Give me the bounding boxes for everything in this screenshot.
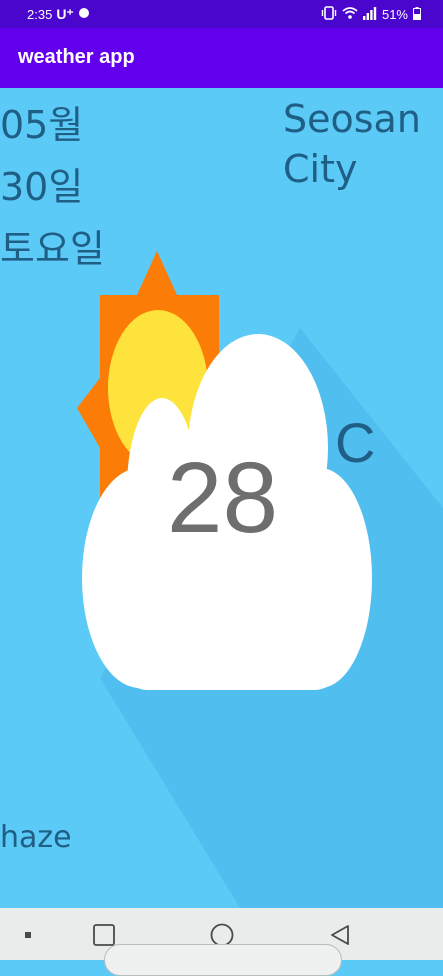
status-bar: 2:35 U⁺ 51%	[0, 0, 443, 28]
battery-icon	[413, 6, 421, 23]
gesture-handle[interactable]	[104, 944, 342, 976]
carrier-label: U⁺	[56, 6, 74, 22]
signal-icon	[362, 6, 377, 23]
status-time: 2:35	[27, 7, 53, 22]
menu-dot-icon[interactable]	[15, 922, 41, 948]
app-title: weather app	[18, 46, 135, 68]
vibrate-icon	[321, 6, 337, 23]
notification-icon	[78, 7, 90, 22]
recents-icon[interactable]	[91, 922, 117, 948]
wifi-icon	[342, 6, 358, 23]
temperature-value: 28	[166, 442, 279, 554]
app-bar: weather app	[0, 28, 443, 88]
battery-percent: 51%	[381, 7, 408, 22]
weather-content: 05월 30일 토요일 Seosan City 28 C haze	[0, 88, 443, 908]
temperature-unit: C	[335, 411, 376, 474]
status-right: 51%	[321, 6, 421, 23]
weather-description: haze	[0, 820, 72, 855]
status-left: 2:35 U⁺	[27, 6, 90, 23]
